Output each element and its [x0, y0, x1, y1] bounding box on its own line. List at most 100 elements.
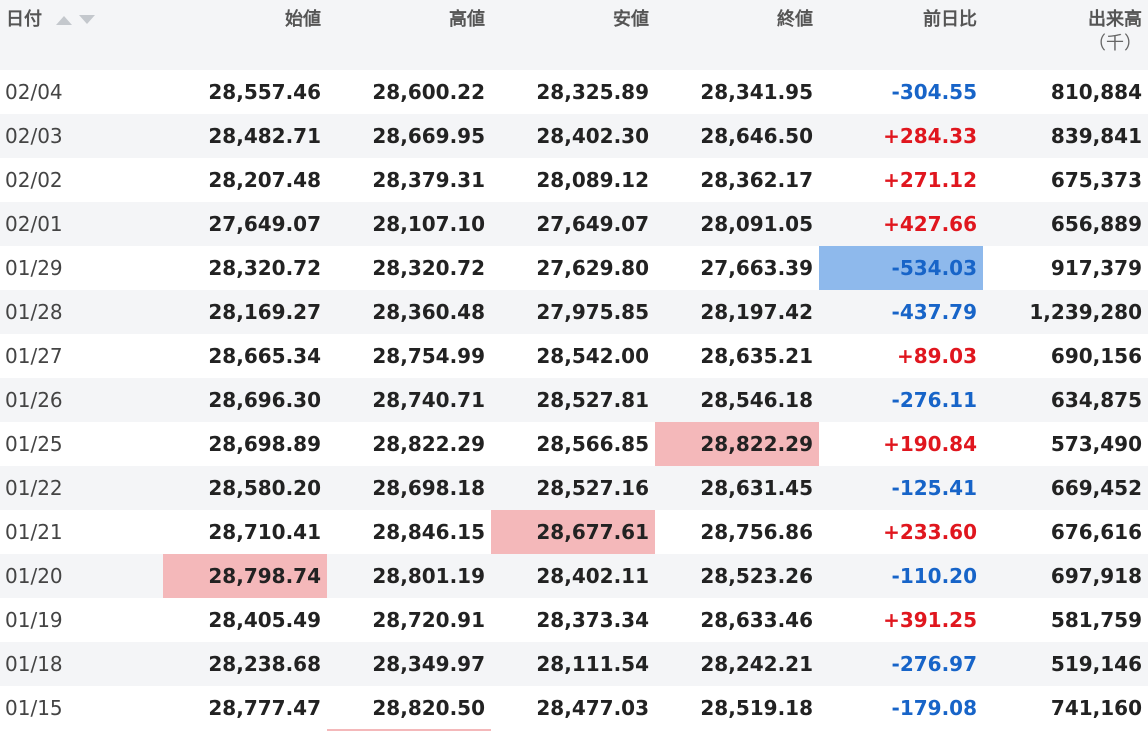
volume-cell: 697,918: [983, 554, 1148, 598]
change-column-header: 前日比: [819, 0, 983, 70]
low-cell: 28,089.12: [536, 168, 649, 192]
table-row: 02/01 27,649.07 28,107.10 27,649.07 28,091.0…: [0, 202, 1148, 246]
sort-desc-icon[interactable]: [78, 14, 95, 26]
high-cell: 28,360.48: [327, 290, 491, 334]
date-cell: 01/25: [5, 432, 63, 456]
table-row: 01/15 28,777.47 28,820.50 28,477.03 28,519.1…: [0, 686, 1148, 730]
open-cell: 28,557.46: [208, 80, 321, 104]
high-cell: 28,820.50: [372, 696, 485, 720]
change-cell: +89.03: [896, 344, 977, 368]
open-cell: 28,169.27: [163, 290, 327, 334]
volume-cell: 656,889: [983, 202, 1148, 246]
close-cell: 28,362.17: [700, 168, 813, 192]
table-row: 02/03 28,482.71 28,669.95 28,402.30 28,646.5…: [0, 114, 1148, 158]
change-cell: -276.97: [819, 642, 983, 686]
open-cell: 28,710.41: [208, 520, 321, 544]
sort-asc-icon[interactable]: [56, 14, 73, 26]
volume-header-label: 出来高: [1088, 9, 1142, 30]
low-cell: 28,566.85: [536, 432, 649, 456]
volume-cell: 669,452: [983, 466, 1148, 510]
sort-controls[interactable]: [56, 8, 95, 32]
close-cell: 27,663.39: [700, 256, 813, 280]
volume-column-header: 出来高 （千）: [983, 0, 1148, 70]
volume-cell: 917,379: [1050, 256, 1142, 280]
low-cell: 28,477.03: [536, 696, 649, 720]
high-column-header: 高値: [327, 0, 491, 70]
date-cell: 01/20: [0, 554, 163, 598]
low-cell: 28,527.81: [491, 378, 655, 422]
low-cell: 28,402.11: [491, 554, 655, 598]
date-cell: 02/02: [5, 168, 63, 192]
volume-unit-label: （千）: [1088, 33, 1142, 54]
open-cell: 28,698.89: [208, 432, 321, 456]
volume-cell: 573,490: [1050, 432, 1142, 456]
table-row: 01/19 28,405.49 28,720.91 28,373.34 28,633.4…: [0, 598, 1148, 642]
open-cell: 28,405.49: [208, 608, 321, 632]
table-header: 日付 始値 高値 安値 終値 前日比 出来高 （千）: [0, 0, 1148, 70]
date-cell: 01/18: [0, 642, 163, 686]
close-cell: 28,197.42: [655, 290, 819, 334]
table-row: 01/29 28,320.72 28,320.72 27,629.80 27,663.3…: [0, 246, 1148, 290]
open-cell: 28,320.72: [208, 256, 321, 280]
close-cell: 28,091.05: [655, 202, 819, 246]
change-cell: -437.79: [819, 290, 983, 334]
change-cell: -304.55: [891, 80, 977, 104]
high-cell: 28,379.31: [372, 168, 485, 192]
change-cell: +271.12: [883, 168, 977, 192]
table-row: 01/22 28,580.20 28,698.18 28,527.16 28,631.4…: [0, 466, 1148, 510]
table-row: 01/18 28,238.68 28,349.97 28,111.54 28,242.2…: [0, 642, 1148, 686]
low-cell: 28,542.00: [536, 344, 649, 368]
low-cell: 28,527.16: [491, 466, 655, 510]
date-cell: 01/26: [0, 378, 163, 422]
date-cell: 01/29: [5, 256, 63, 280]
table-row: 01/25 28,698.89 28,822.29 28,566.85 28,822.2…: [0, 422, 1148, 466]
change-cell: -534.03: [819, 246, 983, 290]
volume-cell: 690,156: [1050, 344, 1142, 368]
volume-cell: 741,160: [1050, 696, 1142, 720]
table-row: 01/28 28,169.27 28,360.48 27,975.85 28,197.4…: [0, 290, 1148, 334]
open-cell: 28,798.74: [163, 554, 327, 598]
high-cell: 28,600.22: [372, 80, 485, 104]
low-cell: 27,649.07: [491, 202, 655, 246]
change-cell: +190.84: [883, 432, 977, 456]
table-row: 02/02 28,207.48 28,379.31 28,089.12 28,362.1…: [0, 158, 1148, 202]
volume-cell: 810,884: [1050, 80, 1142, 104]
close-cell: 28,635.21: [700, 344, 813, 368]
open-cell: 28,482.71: [163, 114, 327, 158]
high-cell: 28,740.71: [327, 378, 491, 422]
volume-cell: 676,616: [1050, 520, 1142, 544]
close-cell: 28,633.46: [700, 608, 813, 632]
close-cell: 28,756.86: [700, 520, 813, 544]
high-cell: 28,720.91: [372, 608, 485, 632]
high-cell: 28,349.97: [327, 642, 491, 686]
close-cell: 28,546.18: [655, 378, 819, 422]
high-cell: 28,320.72: [372, 256, 485, 280]
high-cell: 28,107.10: [327, 202, 491, 246]
low-cell: 27,629.80: [536, 256, 649, 280]
low-column-header: 安値: [491, 0, 655, 70]
high-cell: 28,822.29: [372, 432, 485, 456]
open-cell: 27,649.07: [163, 202, 327, 246]
date-column-header[interactable]: 日付: [0, 0, 163, 70]
change-cell: -110.20: [819, 554, 983, 598]
date-cell: 01/19: [5, 608, 63, 632]
high-cell: 28,801.19: [327, 554, 491, 598]
date-cell: 01/15: [5, 696, 63, 720]
volume-cell: 581,759: [1050, 608, 1142, 632]
date-cell: 01/21: [5, 520, 63, 544]
low-cell: 28,111.54: [491, 642, 655, 686]
open-cell: 28,777.47: [208, 696, 321, 720]
table-row: 02/04 28,557.46 28,600.22 28,325.89 28,341.9…: [0, 70, 1148, 114]
volume-cell: 675,373: [1050, 168, 1142, 192]
low-cell: 28,325.89: [536, 80, 649, 104]
high-cell: 28,669.95: [327, 114, 491, 158]
low-cell: 28,373.34: [536, 608, 649, 632]
table-row: 01/20 28,798.74 28,801.19 28,402.11 28,523.2…: [0, 554, 1148, 598]
date-cell: 01/22: [0, 466, 163, 510]
open-cell: 28,696.30: [163, 378, 327, 422]
table-row: 01/27 28,665.34 28,754.99 28,542.00 28,635.2…: [0, 334, 1148, 378]
high-cell: 28,754.99: [372, 344, 485, 368]
change-cell: +233.60: [883, 520, 977, 544]
table-row: 01/21 28,710.41 28,846.15 28,677.61 28,756.8…: [0, 510, 1148, 554]
close-cell: 28,519.18: [700, 696, 813, 720]
